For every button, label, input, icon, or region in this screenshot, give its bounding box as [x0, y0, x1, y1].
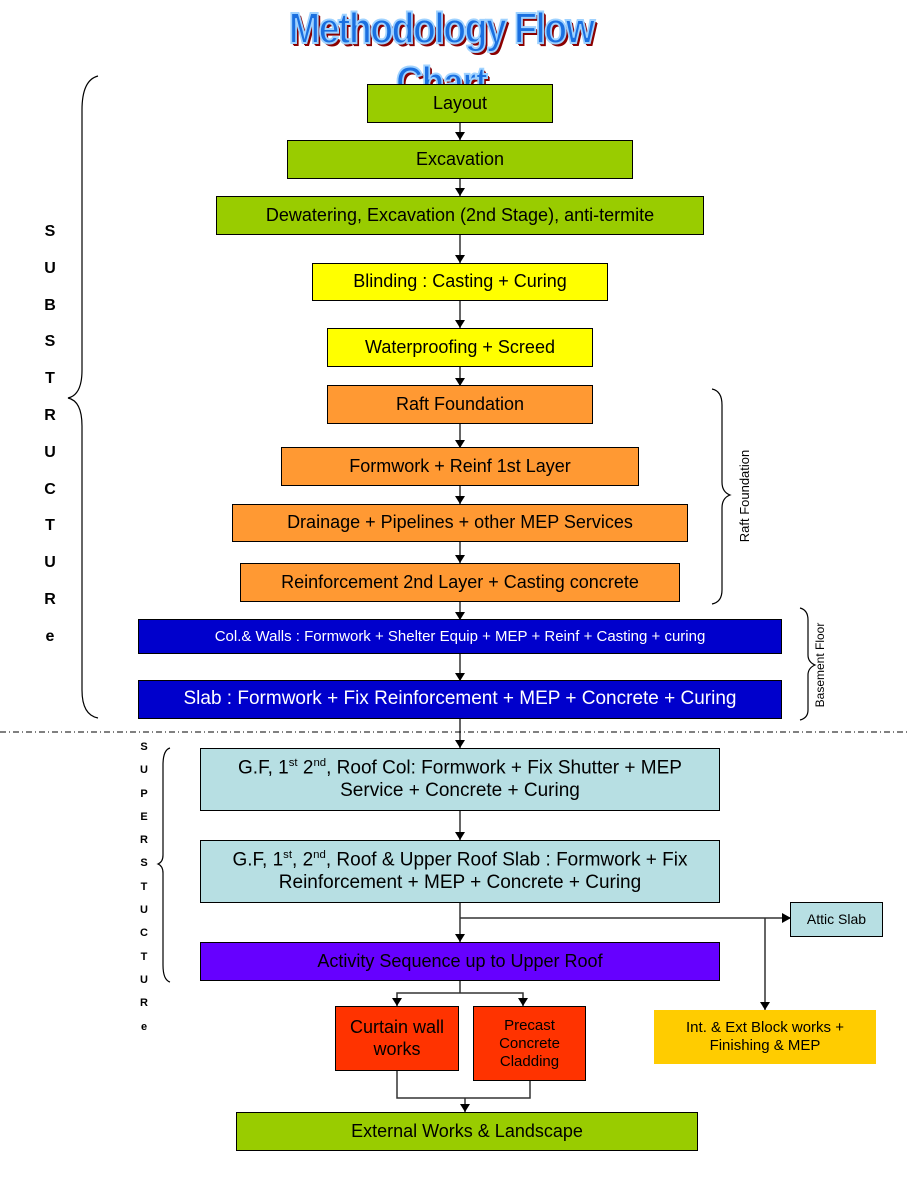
superstructure-label: SUPERSTUCTURe: [134, 736, 154, 1039]
section-letter: P: [140, 787, 148, 800]
superstructure-brace: [156, 747, 171, 983]
section-letter: R: [140, 834, 148, 847]
substructure-label: SUBSTRUCTURe: [38, 214, 62, 656]
section-letter: S: [140, 741, 148, 753]
section-letter: T: [140, 950, 148, 963]
step-activity-sequence: Activity Sequence up to Upper Roof: [200, 942, 720, 981]
step-excavation: Excavation: [287, 140, 633, 179]
raft-foundation-brace: [711, 388, 732, 605]
section-letter: U: [44, 554, 56, 572]
section-letter: R: [44, 406, 56, 424]
step-precast-cladding: Precast Concrete Cladding: [473, 1006, 586, 1081]
section-letter: T: [45, 370, 55, 388]
section-letter: R: [44, 590, 56, 608]
section-letter: U: [44, 443, 56, 461]
section-letter: U: [44, 259, 56, 277]
step-gf-slab: G.F, 1st, 2nd, Roof & Upper Roof Slab : …: [200, 840, 720, 903]
step-curtain-wall: Curtain wall works: [335, 1006, 459, 1071]
section-letter: U: [140, 973, 148, 986]
step-col-walls: Col.& Walls : Formwork + Shelter Equip +…: [138, 619, 782, 654]
connector-split: [396, 992, 524, 1006]
section-letter: C: [140, 927, 148, 940]
substructure-brace: [67, 75, 99, 719]
step-waterproofing: Waterproofing + Screed: [327, 328, 593, 367]
step-external-works: External Works & Landscape: [236, 1112, 698, 1151]
section-letter: U: [140, 764, 148, 777]
basement-floor-label: Basement Floor: [813, 622, 827, 708]
step-block-works: Int. & Ext Block works + Finishing & MEP: [654, 1010, 876, 1064]
section-letter: S: [44, 333, 56, 351]
step-blinding: Blinding : Casting + Curing: [312, 263, 608, 301]
section-letter: e: [45, 627, 55, 645]
step-dewatering: Dewatering, Excavation (2nd Stage), anti…: [216, 196, 704, 235]
step-gf-columns: G.F, 1st 2nd, Roof Col: Formwork + Fix S…: [200, 748, 720, 811]
section-letter: E: [140, 810, 148, 823]
step-reinforcement-2nd: Reinforcement 2nd Layer + Casting concre…: [240, 563, 680, 602]
section-letter: S: [140, 857, 148, 870]
step-slab-basement: Slab : Formwork + Fix Reinforcement + ME…: [138, 680, 782, 719]
step-attic-slab: Attic Slab: [790, 902, 883, 937]
section-letter: U: [140, 904, 148, 917]
raft-foundation-label: Raft Foundation: [737, 449, 752, 543]
section-letter: e: [140, 1020, 148, 1033]
step-formwork-reinf: Formwork + Reinf 1st Layer: [281, 447, 639, 486]
step-raft-foundation: Raft Foundation: [327, 385, 593, 424]
section-letter: T: [140, 880, 148, 893]
arrow-head: [455, 132, 465, 140]
step-layout: Layout: [367, 84, 553, 123]
section-letter: T: [45, 517, 55, 535]
step-drainage: Drainage + Pipelines + other MEP Service…: [232, 504, 688, 542]
section-letter: S: [44, 223, 56, 240]
section-letter: B: [44, 296, 56, 314]
section-letter: C: [44, 480, 56, 498]
section-letter: R: [140, 997, 148, 1010]
